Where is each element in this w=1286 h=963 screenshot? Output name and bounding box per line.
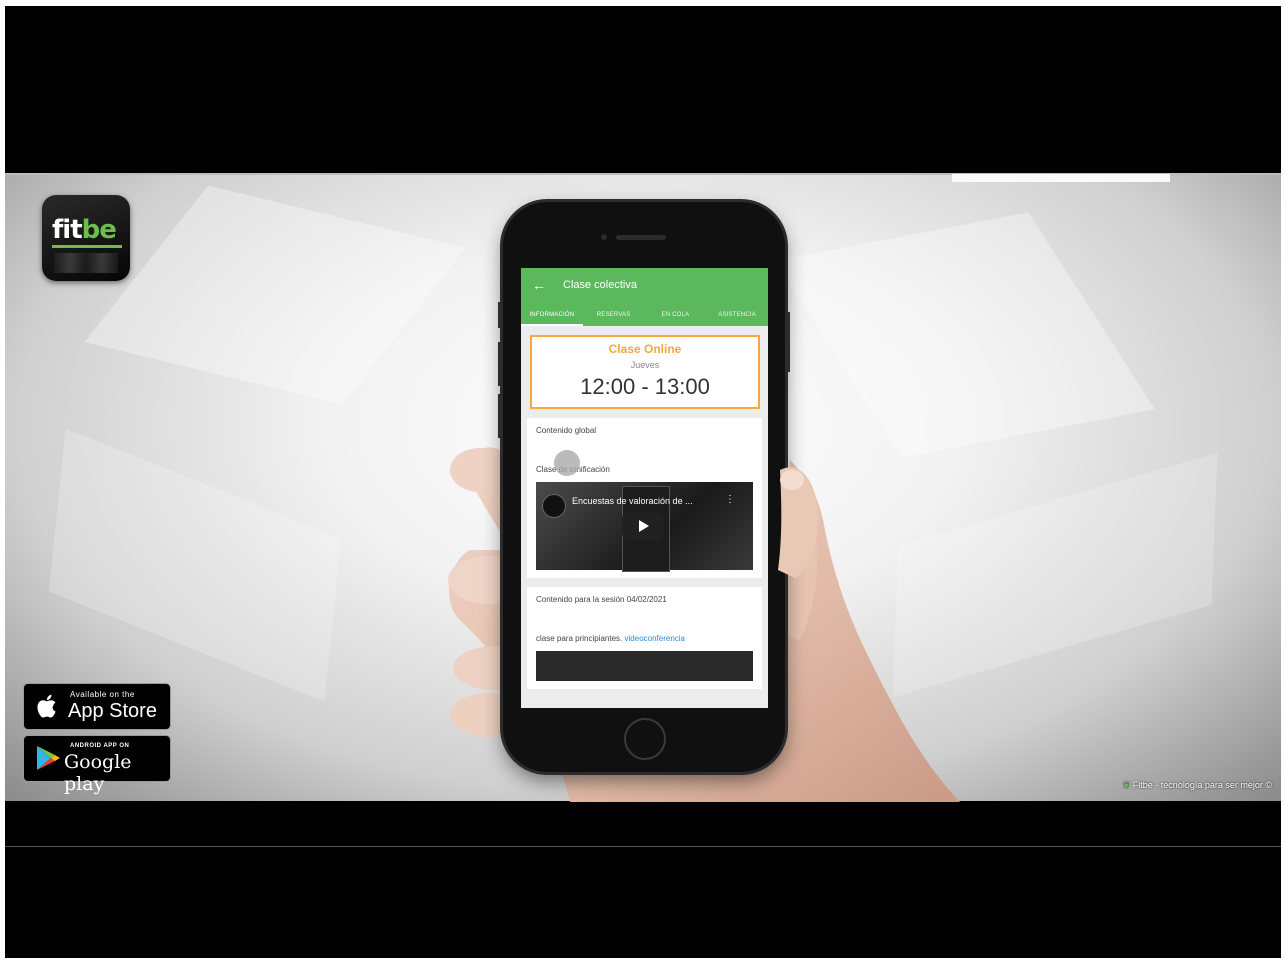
class-title: Clase Online <box>608 342 682 356</box>
session-content-section: Contenido para la sesión 04/02/2021 clas… <box>527 587 762 689</box>
page-title: Clase colectiva <box>563 279 637 291</box>
second-video-embed[interactable] <box>536 651 753 681</box>
speaker-grille <box>616 235 666 240</box>
home-button[interactable] <box>624 718 666 760</box>
footer-credit: ❦ Fitbe - tecnología para ser mejor © <box>1122 780 1272 790</box>
more-options-icon[interactable]: ⋮ <box>725 494 735 505</box>
app-store-small-text: Available on the <box>70 690 135 699</box>
app-store-badge[interactable]: Available on the App Store <box>23 683 171 730</box>
divider <box>5 846 1282 847</box>
video-embed[interactable]: Encuestas de valoración de ... ⋮ <box>536 482 753 572</box>
global-content-label: Contenido global <box>536 426 597 435</box>
class-card: Clase Online Jueves 12:00 - 13:00 <box>530 335 760 409</box>
app-screen: ← Clase colectiva INFORMACIÓN RESERVAS E… <box>521 268 768 708</box>
session-content-text: clase para principiantes. videoconferenc… <box>536 634 685 643</box>
progress-highlight <box>952 174 1170 182</box>
apple-icon <box>37 694 56 718</box>
tab-bar: INFORMACIÓN RESERVAS EN COLA ASISTENCIA <box>521 304 768 326</box>
app-header: ← Clase colectiva <box>521 268 768 304</box>
leaf-icon: ❦ <box>1122 780 1131 790</box>
tab-informacion[interactable]: INFORMACIÓN <box>521 304 583 326</box>
google-play-icon <box>37 746 60 770</box>
class-day: Jueves <box>630 360 660 370</box>
google-play-badge[interactable]: ANDROID APP ON Google play <box>23 735 171 795</box>
class-time: 12:00 - 13:00 <box>580 374 710 399</box>
hand-thumb <box>778 467 819 578</box>
google-play-small-text: ANDROID APP ON <box>70 743 130 749</box>
arrow-left-icon[interactable]: ← <box>532 277 546 293</box>
session-content-label: Contenido para la sesión 04/02/2021 <box>536 595 667 604</box>
fitbe-logo: fitbe <box>42 195 130 281</box>
videoconference-link[interactable]: videoconferencia <box>625 634 685 643</box>
camera-icon <box>601 234 607 240</box>
google-play-label: Google play <box>64 751 132 795</box>
play-icon[interactable] <box>622 512 664 540</box>
channel-avatar <box>542 494 566 518</box>
video-title[interactable]: Encuestas de valoración de ... <box>572 496 712 506</box>
tab-asistencia[interactable]: ASISTENCIA <box>706 304 768 326</box>
global-content-section: Contenido global Clase de tonificación E… <box>527 418 762 578</box>
touch-indicator <box>554 450 580 476</box>
app-store-label: App Store <box>68 700 157 722</box>
tab-en-cola[interactable]: EN COLA <box>645 304 707 326</box>
tab-reservas[interactable]: RESERVAS <box>583 304 645 326</box>
